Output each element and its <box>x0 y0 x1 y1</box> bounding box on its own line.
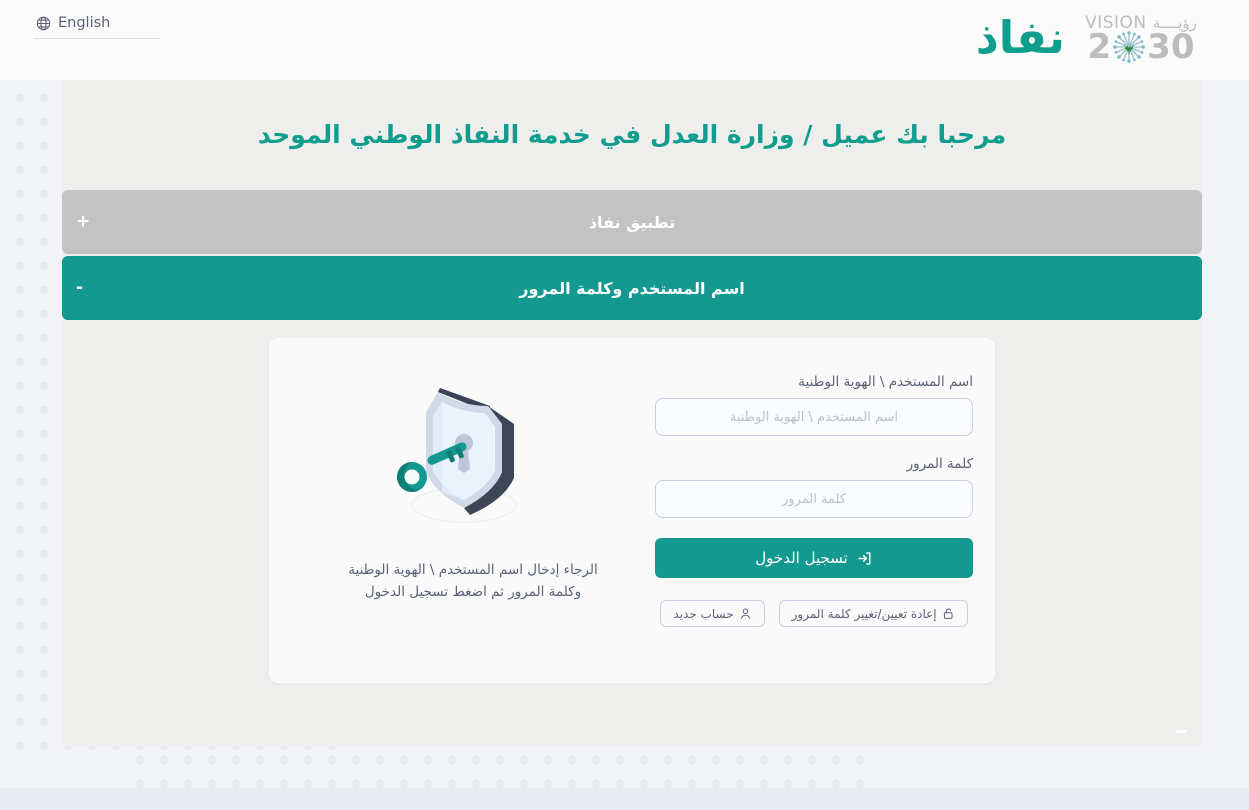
unlock-icon <box>942 607 955 620</box>
language-label: English <box>58 15 111 31</box>
globe-icon <box>36 16 51 31</box>
login-page: English VISION رؤيــــة 2 30 نفاذ مرحبا … <box>0 0 1249 810</box>
language-underline-divider <box>34 38 160 39</box>
login-illustration-area: الرجاء إدخال اسم المستخدم \ الهوية الوطن… <box>291 366 655 661</box>
username-input[interactable] <box>655 398 973 436</box>
sign-in-icon <box>856 550 873 567</box>
nafath-logo: نفاذ <box>975 10 1065 64</box>
panel-collapse-indicator[interactable] <box>1176 730 1187 733</box>
login-button-label: تسجيل الدخول <box>755 549 848 567</box>
login-method-accordion: + تطبيق نفاذ - اسم المستخدم وكلمة المرور <box>62 190 1202 320</box>
page-title-area: مرحبا بك عميل / وزارة العدل في خدمة النف… <box>62 80 1202 190</box>
login-card: اسم المستخدم \ الهوية الوطنية كلمة المرو… <box>269 338 995 683</box>
vision-2030-logo: VISION رؤيــــة 2 30 <box>1073 11 1209 69</box>
person-icon <box>739 607 752 620</box>
reset-password-button[interactable]: إعادة تعيين/تغيير كلمة المرور <box>778 600 968 627</box>
footer-bar <box>0 788 1249 810</box>
saudi-vision-emblem-icon <box>1112 30 1146 64</box>
password-input[interactable] <box>655 480 973 518</box>
accordion-body-username-password: اسم المستخدم \ الهوية الوطنية كلمة المرو… <box>62 316 1202 746</box>
password-field-block: كلمة المرور <box>655 456 973 518</box>
accordion-label-username-password: اسم المستخدم وكلمة المرور <box>519 278 745 298</box>
language-selector[interactable]: English <box>34 13 160 39</box>
login-button[interactable]: تسجيل الدخول <box>655 538 973 578</box>
vision-logo-year-suffix: 30 <box>1147 27 1195 67</box>
login-helper-text: الرجاء إدخال اسم المستخدم \ الهوية الوطن… <box>348 562 598 601</box>
vision-logo-year: 2 30 <box>1073 30 1209 64</box>
secondary-actions-row: إعادة تعيين/تغيير كلمة المرور حساب جديد <box>655 600 973 627</box>
accordion-expand-sign: + <box>76 211 91 232</box>
accordion-label-nafath-app: تطبيق نفاذ <box>588 212 676 232</box>
shield-and-key-illustration-icon <box>378 372 568 537</box>
new-account-button[interactable]: حساب جديد <box>660 600 765 627</box>
new-account-label: حساب جديد <box>673 606 734 621</box>
password-label: كلمة المرور <box>906 456 973 472</box>
username-field-block: اسم المستخدم \ الهوية الوطنية <box>655 374 973 436</box>
accordion-header-username-password[interactable]: - اسم المستخدم وكلمة المرور <box>62 256 1202 320</box>
vision-logo-year-prefix: 2 <box>1087 27 1112 67</box>
accordion-collapse-sign: - <box>76 277 84 298</box>
language-button[interactable]: English <box>34 13 160 38</box>
login-form: اسم المستخدم \ الهوية الوطنية كلمة المرو… <box>655 366 973 661</box>
brand-logos: VISION رؤيــــة 2 30 نفاذ <box>976 0 1249 80</box>
reset-password-label: إعادة تعيين/تغيير كلمة المرور <box>791 606 937 621</box>
page-title: مرحبا بك عميل / وزارة العدل في خدمة النف… <box>257 119 1007 149</box>
accordion-header-nafath-app[interactable]: + تطبيق نفاذ <box>62 190 1202 254</box>
username-label: اسم المستخدم \ الهوية الوطنية <box>798 374 973 390</box>
page-header: English VISION رؤيــــة 2 30 نفاذ <box>0 0 1249 80</box>
